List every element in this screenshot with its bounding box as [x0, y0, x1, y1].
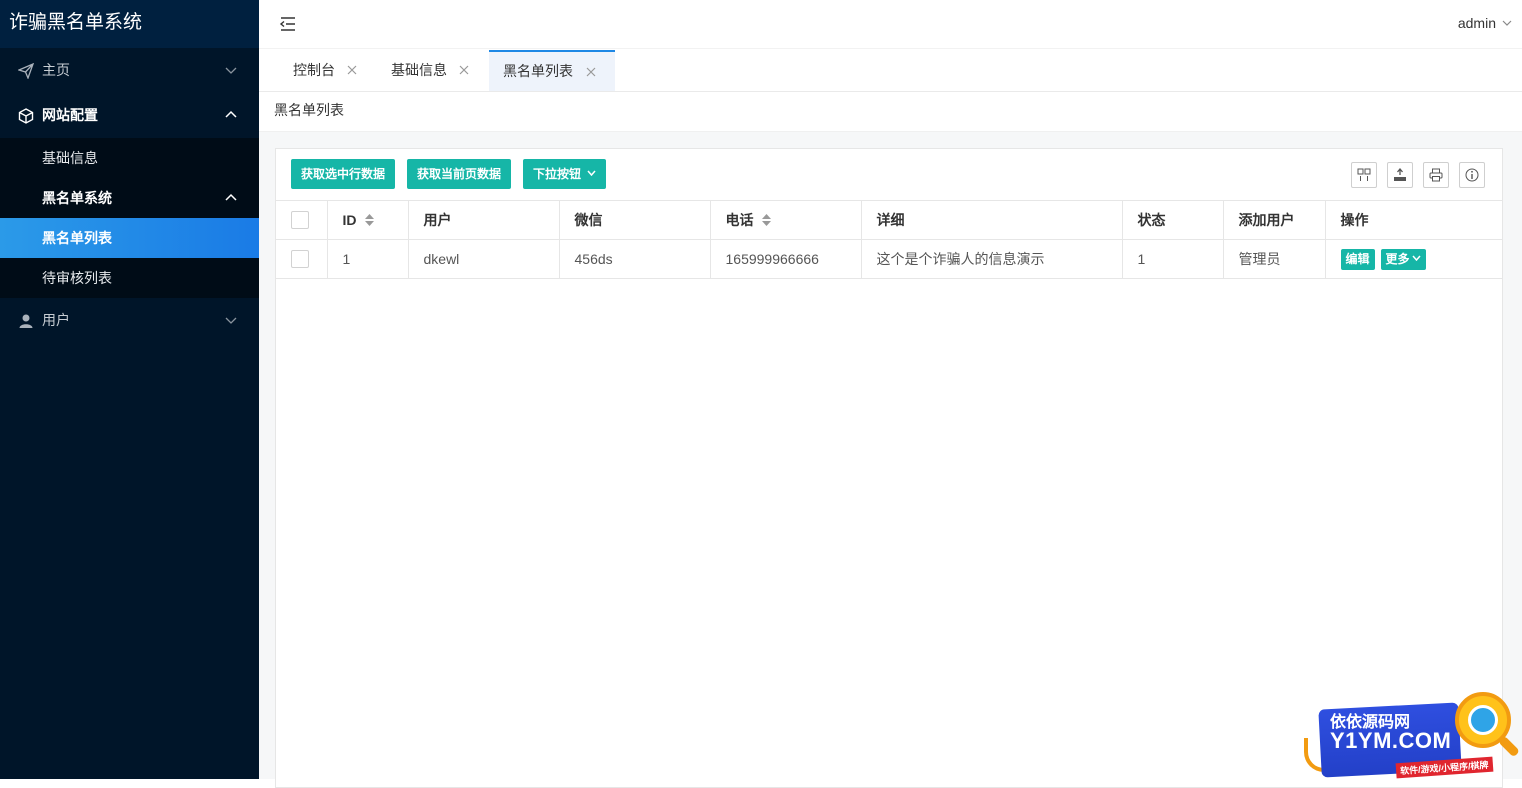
- close-icon[interactable]: [586, 67, 596, 77]
- tab-label: 基础信息: [391, 62, 447, 78]
- tab-blacklist-list[interactable]: 黑名单列表: [489, 50, 615, 91]
- username: admin: [1457, 15, 1496, 31]
- column-header-phone[interactable]: 电话: [710, 200, 862, 240]
- table-header-row: ID 用户 微信 电话 详细 状态 添加用户 操作: [276, 200, 1502, 240]
- chevron-down-icon: [225, 317, 237, 324]
- breadcrumb: 黑名单列表: [259, 92, 1522, 132]
- sidebar-item-basic-info[interactable]: 基础信息: [0, 138, 259, 178]
- get-selected-rows-button[interactable]: 获取选中行数据: [291, 159, 396, 189]
- magnifier-handle: [1498, 735, 1520, 758]
- chevron-down-icon: [1411, 255, 1421, 261]
- sidebar-item-blacklist-system[interactable]: 黑名单系统: [0, 178, 259, 218]
- print-icon: [1429, 168, 1443, 182]
- sidebar-item-site-config[interactable]: 网站配置: [0, 93, 259, 138]
- paper-plane-icon: [18, 63, 34, 79]
- tab-label: 控制台: [293, 62, 335, 78]
- column-header-detail: 详细: [861, 200, 1123, 240]
- more-button[interactable]: 更多: [1380, 248, 1426, 270]
- columns-icon: [1357, 168, 1371, 181]
- sidebar-item-label: 黑名单系统: [42, 190, 112, 206]
- watermark-logo: 依依源码网 Y1YM.COM 软件/游戏/小程序/棋牌: [1300, 688, 1522, 779]
- chevron-down-icon: [587, 170, 596, 176]
- top-header: admin: [259, 0, 1522, 49]
- column-header-added-by: 添加用户: [1223, 200, 1326, 240]
- chevron-up-icon: [225, 193, 237, 201]
- table-row: 1 dkewl 456ds 165999966666 这个是个诈骗人的信息演示 …: [276, 239, 1502, 279]
- chevron-down-icon: [225, 67, 237, 74]
- sidebar-item-label: 主页: [42, 62, 70, 78]
- column-header-label: 电话: [725, 212, 754, 228]
- cell-detail: 这个是个诈骗人的信息演示: [861, 239, 1123, 279]
- sidebar-item-label: 网站配置: [42, 107, 98, 123]
- tab-bar: 控制台 基础信息 黑名单列表: [259, 49, 1522, 92]
- user-menu[interactable]: admin: [1458, 15, 1512, 31]
- more-button-label: 更多: [1385, 251, 1410, 266]
- submenu-site-config: 基础信息 黑名单系统 黑名单列表 待审核列表: [0, 138, 259, 298]
- dropdown-button[interactable]: 下拉按钮: [523, 159, 607, 189]
- close-icon[interactable]: [459, 65, 469, 75]
- export-button[interactable]: [1387, 162, 1413, 188]
- column-header-id[interactable]: ID: [327, 200, 409, 240]
- close-icon[interactable]: [347, 65, 357, 75]
- table-toolbar: 获取选中行数据 获取当前页数据 下拉按钮: [276, 149, 1502, 200]
- sort-icon[interactable]: [761, 214, 771, 226]
- info-icon: [1465, 168, 1479, 182]
- get-page-data-button[interactable]: 获取当前页数据: [407, 159, 512, 189]
- user-icon: [19, 314, 33, 328]
- column-header-user: 用户: [408, 200, 560, 240]
- cell-wechat: 456ds: [559, 239, 711, 279]
- edit-button[interactable]: 编辑: [1340, 248, 1375, 270]
- sidebar-item-pending-review[interactable]: 待审核列表: [0, 258, 259, 298]
- select-all-cell: [276, 200, 328, 240]
- sidebar-item-home[interactable]: 主页: [0, 48, 259, 93]
- tab-console[interactable]: 控制台: [279, 50, 365, 91]
- chevron-up-icon: [225, 110, 237, 118]
- sidebar: 诈骗黑名单系统 主页 网站配置 基础信息 黑名单系统 黑名单列表 待审核列表 用…: [0, 0, 259, 779]
- tab-basic-info[interactable]: 基础信息: [377, 50, 477, 91]
- row-select-cell: [276, 239, 328, 279]
- sort-icon[interactable]: [364, 214, 374, 226]
- sidebar-item-label: 用户: [42, 312, 70, 328]
- cell-user: dkewl: [408, 239, 560, 279]
- column-header-wechat: 微信: [559, 200, 711, 240]
- print-button[interactable]: [1423, 162, 1449, 188]
- watermark-line2: Y1YM.COM: [1330, 728, 1452, 753]
- sidebar-item-blacklist-list[interactable]: 黑名单列表: [0, 218, 259, 258]
- column-header-label: ID: [342, 212, 357, 228]
- info-button[interactable]: [1459, 162, 1485, 188]
- cell-actions: 编辑 更多: [1325, 239, 1502, 279]
- main-area: admin 控制台 基础信息 黑名单列表 黑名单列表 获取选中行数据 获取当前页…: [259, 0, 1522, 788]
- cell-added-by: 管理员: [1223, 239, 1326, 279]
- dropdown-button-label: 下拉按钮: [533, 167, 582, 181]
- cell-phone: 165999966666: [710, 239, 862, 279]
- row-checkbox[interactable]: [291, 250, 309, 269]
- cell-id: 1: [327, 239, 409, 279]
- column-header-status: 状态: [1122, 200, 1224, 240]
- cube-icon: [18, 108, 34, 124]
- sidebar-item-users[interactable]: 用户: [0, 298, 259, 343]
- blacklist-table: ID 用户 微信 电话 详细 状态 添加用户 操作 1 dkewl 456ds …: [276, 200, 1502, 279]
- cell-status: 1: [1122, 239, 1224, 279]
- column-header-actions: 操作: [1325, 200, 1502, 240]
- select-all-checkbox[interactable]: [291, 211, 309, 230]
- chevron-down-icon: [1502, 20, 1512, 26]
- menu-fold-icon[interactable]: [279, 16, 297, 32]
- tab-label: 黑名单列表: [503, 63, 573, 79]
- export-icon: [1394, 168, 1406, 181]
- columns-filter-button[interactable]: [1351, 162, 1377, 188]
- app-title: 诈骗黑名单系统: [0, 0, 259, 48]
